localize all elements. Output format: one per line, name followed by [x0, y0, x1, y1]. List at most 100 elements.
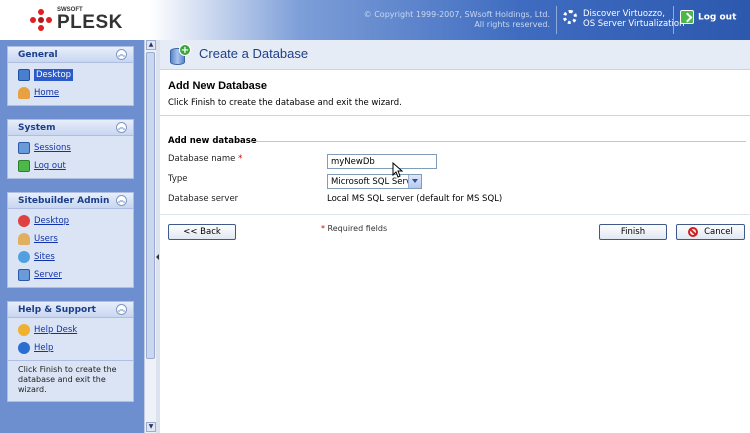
help-desk-icon [18, 324, 30, 336]
plesk-logo-mark-icon [30, 9, 52, 31]
sidebar-item-help-desk[interactable]: Help Desk [18, 321, 133, 339]
sidebar-item-label[interactable]: Desktop [34, 216, 69, 226]
header-logout-label: Log out [698, 12, 737, 23]
sitebuilder-desktop-icon [18, 215, 30, 227]
virtuozzo-gear-icon [563, 10, 577, 24]
panel-help-support: Help & Support ︽ Help Desk Help Click Fi… [7, 301, 134, 402]
copyright-line2: All rights reserved. [474, 20, 550, 29]
sidebar-item-label[interactable]: Sessions [34, 143, 71, 153]
top-header: SWSOFT PLESK © Copyright 1999-2007, SWso… [0, 0, 750, 40]
panel-general-header: General ︽ [8, 47, 133, 63]
collapse-chevron-icon[interactable]: ︽ [116, 195, 127, 206]
home-icon [18, 87, 30, 99]
sidebar-item-sessions[interactable]: Sessions [18, 139, 133, 157]
sidebar-item-label[interactable]: Home [34, 88, 59, 98]
scrollbar-thumb[interactable] [146, 52, 155, 359]
page-title-bar: + Create a Database [160, 40, 750, 70]
sidebar-item-label[interactable]: Users [34, 234, 58, 244]
chevron-down-icon[interactable] [408, 175, 421, 188]
scroll-down-arrow-icon[interactable]: ▼ [146, 422, 156, 432]
discover-line1: Discover Virtuozzo, [583, 9, 665, 19]
header-logout-button[interactable]: Log out [680, 10, 736, 28]
sidebar-item-help[interactable]: Help [18, 339, 133, 357]
logout-icon [680, 10, 694, 24]
sidebar-item-server[interactable]: Server [18, 266, 133, 284]
panel-title: System [18, 123, 56, 133]
group-divider [252, 141, 746, 142]
collapse-chevron-icon[interactable]: ︽ [116, 122, 127, 133]
header-divider [673, 6, 674, 34]
db-type-select[interactable]: Microsoft SQL Server [327, 174, 422, 189]
group-title: Add new database [168, 136, 257, 146]
discover-virtuozzo-link[interactable]: Discover Virtuozzo, OS Server Virtualiza… [563, 6, 684, 34]
db-name-label-text: Database name [168, 154, 236, 164]
plesk-logo: SWSOFT PLESK [30, 7, 170, 35]
panel-title: Sitebuilder Admin [18, 196, 110, 206]
panel-sitebuilder-header: Sitebuilder Admin ︽ [8, 193, 133, 209]
cancel-icon [688, 226, 699, 237]
panel-system: System ︽ Sessions Log out [7, 119, 134, 179]
server-icon [18, 269, 30, 281]
sidebar-item-users[interactable]: Users [18, 230, 133, 248]
scroll-up-arrow-icon[interactable]: ▲ [146, 40, 156, 50]
mouse-cursor-icon [392, 162, 404, 178]
sidebar-item-logout[interactable]: Log out [18, 157, 133, 175]
main-content: + Create a Database Add New Database Cli… [160, 40, 750, 433]
section-description: Click Finish to create the database and … [168, 98, 402, 108]
sessions-icon [18, 142, 30, 154]
panel-system-header: System ︽ [8, 120, 133, 136]
copyright-text: © Copyright 1999-2007, SWsoft Holdings, … [360, 10, 550, 30]
discover-line2: OS Server Virtualization [583, 19, 685, 29]
panel-sitebuilder-admin: Sitebuilder Admin ︽ Desktop Users Sites … [7, 192, 134, 288]
sidebar-item-sites[interactable]: Sites [18, 248, 133, 266]
collapse-chevron-icon[interactable]: ︽ [116, 49, 127, 60]
divider [160, 115, 750, 116]
type-label: Type [168, 174, 188, 184]
sidebar: General ︽ Desktop Home System ︽ Sessions [0, 40, 144, 433]
required-fields-note: * Required fields [321, 224, 387, 233]
panel-body: Desktop Home [8, 63, 133, 105]
back-button[interactable]: << Back [168, 224, 236, 240]
header-divider [556, 6, 557, 34]
sidebar-item-label[interactable]: Server [34, 270, 62, 280]
divider [160, 214, 750, 215]
logo-product-text: PLESK [57, 12, 123, 33]
required-asterisk: * [321, 224, 325, 233]
section-title: Add New Database [168, 80, 268, 92]
help-icon [18, 342, 30, 354]
db-server-label: Database server [168, 194, 239, 204]
collapse-chevron-icon[interactable]: ︽ [116, 304, 127, 315]
panel-body: Help Desk Help [8, 318, 133, 360]
panel-title: Help & Support [18, 305, 96, 315]
collapse-arrow-icon [156, 254, 159, 260]
copyright-line1: © Copyright 1999-2007, SWsoft Holdings, … [363, 10, 550, 19]
required-asterisk: * [238, 154, 243, 164]
db-type-selected: Microsoft SQL Server [331, 177, 420, 187]
sidebar-item-sb-desktop[interactable]: Desktop [18, 212, 133, 230]
sidebar-item-label[interactable]: Log out [34, 161, 66, 171]
sidebar-item-desktop[interactable]: Desktop [18, 66, 133, 84]
panel-help-header: Help & Support ︽ [8, 302, 133, 318]
sidebar-item-home[interactable]: Home [18, 84, 133, 102]
panel-title: General [18, 50, 58, 60]
users-icon [18, 233, 30, 245]
cancel-label: Cancel [704, 227, 733, 237]
sidebar-item-label[interactable]: Help [34, 343, 53, 353]
discover-text: Discover Virtuozzo, OS Server Virtualiza… [583, 9, 684, 29]
required-note-text: Required fields [327, 224, 388, 233]
sidebar-scrollbar[interactable]: ▲ ▼ [144, 40, 156, 433]
cancel-button[interactable]: Cancel [676, 224, 745, 240]
sidebar-item-label[interactable]: Desktop [34, 69, 74, 81]
database-add-icon: + [170, 44, 192, 66]
sidebar-item-label[interactable]: Sites [34, 252, 55, 262]
sidebar-item-label[interactable]: Help Desk [34, 325, 77, 335]
sites-icon [18, 251, 30, 263]
panel-body: Desktop Users Sites Server [8, 209, 133, 287]
desktop-icon [18, 69, 30, 81]
db-name-label: Database name * [168, 154, 242, 164]
db-name-input[interactable] [327, 154, 437, 169]
logout-icon [18, 160, 30, 172]
finish-button[interactable]: Finish [599, 224, 667, 240]
context-help-text: Click Finish to create the database and … [8, 360, 133, 401]
panel-body: Sessions Log out [8, 136, 133, 178]
